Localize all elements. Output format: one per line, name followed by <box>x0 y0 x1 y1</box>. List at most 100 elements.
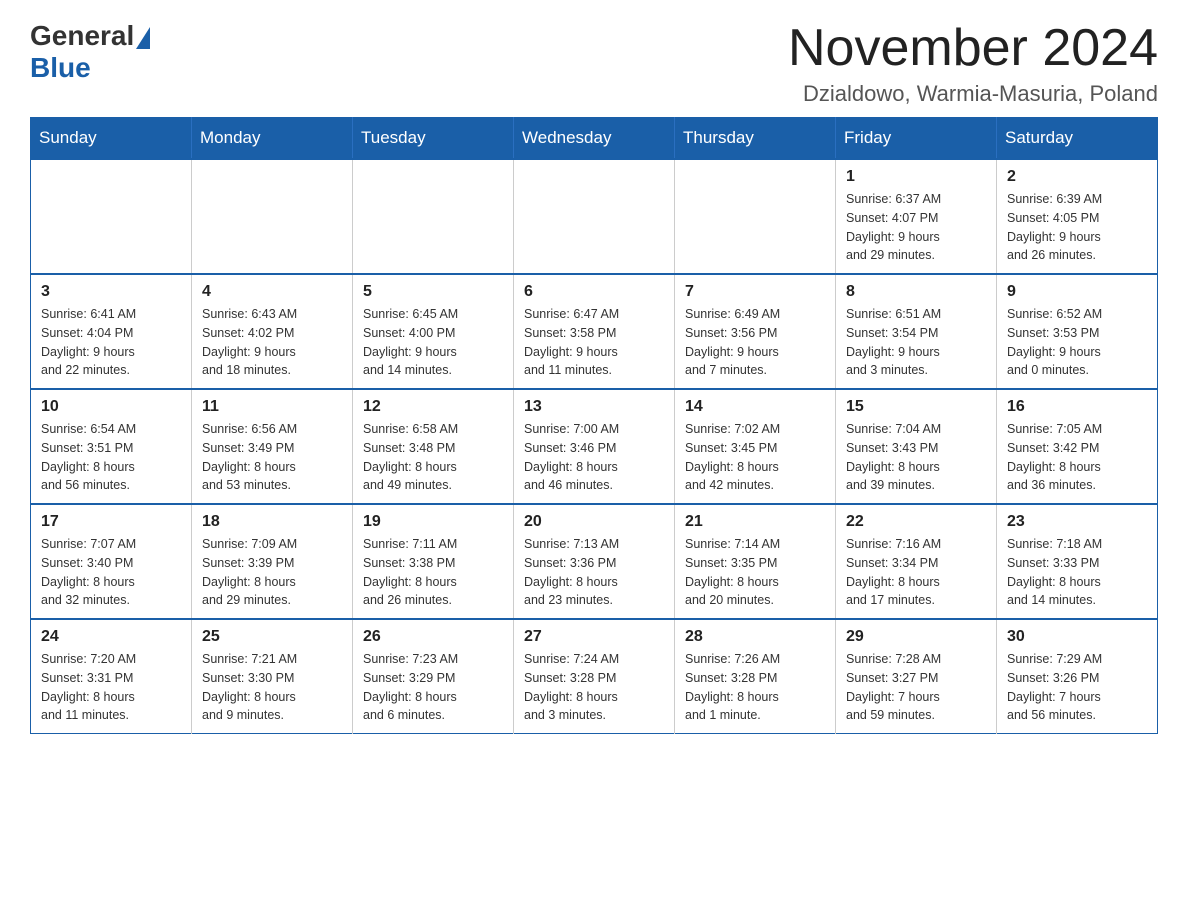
calendar-week-row: 24 Sunrise: 7:20 AM Sunset: 3:31 PM Dayli… <box>31 619 1158 734</box>
calendar-cell: 26 Sunrise: 7:23 AM Sunset: 3:29 PM Dayli… <box>353 619 514 734</box>
day-info: Sunrise: 6:39 AM Sunset: 4:05 PM Dayligh… <box>1007 190 1147 265</box>
day-info: Sunrise: 7:26 AM Sunset: 3:28 PM Dayligh… <box>685 650 825 725</box>
day-info: Sunrise: 7:07 AM Sunset: 3:40 PM Dayligh… <box>41 535 181 610</box>
logo: General Blue <box>30 20 152 84</box>
day-info: Sunrise: 6:37 AM Sunset: 4:07 PM Dayligh… <box>846 190 986 265</box>
day-info: Sunrise: 6:41 AM Sunset: 4:04 PM Dayligh… <box>41 305 181 380</box>
calendar-cell: 9 Sunrise: 6:52 AM Sunset: 3:53 PM Daylig… <box>997 274 1158 389</box>
day-info: Sunrise: 7:16 AM Sunset: 3:34 PM Dayligh… <box>846 535 986 610</box>
day-number: 28 <box>685 628 825 646</box>
weekday-header-wednesday: Wednesday <box>514 118 675 160</box>
day-number: 30 <box>1007 628 1147 646</box>
day-number: 17 <box>41 513 181 531</box>
weekday-header-thursday: Thursday <box>675 118 836 160</box>
calendar-cell: 6 Sunrise: 6:47 AM Sunset: 3:58 PM Daylig… <box>514 274 675 389</box>
calendar-cell: 1 Sunrise: 6:37 AM Sunset: 4:07 PM Daylig… <box>836 159 997 274</box>
day-info: Sunrise: 6:58 AM Sunset: 3:48 PM Dayligh… <box>363 420 503 495</box>
calendar-cell: 13Sunrise: 7:00 AM Sunset: 3:46 PM Dayli… <box>514 389 675 504</box>
day-info: Sunrise: 6:54 AM Sunset: 3:51 PM Dayligh… <box>41 420 181 495</box>
day-number: 16 <box>1007 398 1147 416</box>
day-info: Sunrise: 7:18 AM Sunset: 3:33 PM Dayligh… <box>1007 535 1147 610</box>
calendar-week-row: 3 Sunrise: 6:41 AM Sunset: 4:04 PM Daylig… <box>31 274 1158 389</box>
day-number: 26 <box>363 628 503 646</box>
day-number: 6 <box>524 283 664 301</box>
calendar-cell: 17 Sunrise: 7:07 AM Sunset: 3:40 PM Dayli… <box>31 504 192 619</box>
day-info: Sunrise: 6:52 AM Sunset: 3:53 PM Dayligh… <box>1007 305 1147 380</box>
calendar-week-row: 1 Sunrise: 6:37 AM Sunset: 4:07 PM Daylig… <box>31 159 1158 274</box>
location-subtitle: Dzialdowo, Warmia-Masuria, Poland <box>788 81 1158 107</box>
day-info: Sunrise: 7:29 AM Sunset: 3:26 PM Dayligh… <box>1007 650 1147 725</box>
calendar-cell: 8 Sunrise: 6:51 AM Sunset: 3:54 PM Daylig… <box>836 274 997 389</box>
day-number: 25 <box>202 628 342 646</box>
calendar-cell: 24 Sunrise: 7:20 AM Sunset: 3:31 PM Dayli… <box>31 619 192 734</box>
calendar-cell <box>31 159 192 274</box>
calendar-cell: 12 Sunrise: 6:58 AM Sunset: 3:48 PM Dayli… <box>353 389 514 504</box>
day-info: Sunrise: 6:45 AM Sunset: 4:00 PM Dayligh… <box>363 305 503 380</box>
calendar-cell: 18 Sunrise: 7:09 AM Sunset: 3:39 PM Dayli… <box>192 504 353 619</box>
calendar-header-row: SundayMondayTuesdayWednesdayThursdayFrid… <box>31 118 1158 160</box>
calendar-cell: 14 Sunrise: 7:02 AM Sunset: 3:45 PM Dayli… <box>675 389 836 504</box>
day-info: Sunrise: 7:20 AM Sunset: 3:31 PM Dayligh… <box>41 650 181 725</box>
day-number: 1 <box>846 168 986 186</box>
day-info: Sunrise: 7:09 AM Sunset: 3:39 PM Dayligh… <box>202 535 342 610</box>
weekday-header-sunday: Sunday <box>31 118 192 160</box>
weekday-header-monday: Monday <box>192 118 353 160</box>
day-info: Sunrise: 6:43 AM Sunset: 4:02 PM Dayligh… <box>202 305 342 380</box>
day-info: Sunrise: 7:11 AM Sunset: 3:38 PM Dayligh… <box>363 535 503 610</box>
day-number: 3 <box>41 283 181 301</box>
calendar-cell: 11 Sunrise: 6:56 AM Sunset: 3:49 PM Dayli… <box>192 389 353 504</box>
logo-triangle-icon <box>136 27 150 49</box>
day-info: Sunrise: 7:24 AM Sunset: 3:28 PM Dayligh… <box>524 650 664 725</box>
weekday-header-friday: Friday <box>836 118 997 160</box>
weekday-header-tuesday: Tuesday <box>353 118 514 160</box>
calendar-cell <box>192 159 353 274</box>
day-number: 12 <box>363 398 503 416</box>
day-info: Sunrise: 7:13 AM Sunset: 3:36 PM Dayligh… <box>524 535 664 610</box>
day-number: 4 <box>202 283 342 301</box>
calendar-cell: 16Sunrise: 7:05 AM Sunset: 3:42 PM Dayli… <box>997 389 1158 504</box>
calendar-cell: 30 Sunrise: 7:29 AM Sunset: 3:26 PM Dayli… <box>997 619 1158 734</box>
calendar-cell <box>353 159 514 274</box>
day-info: Sunrise: 7:00 AM Sunset: 3:46 PM Dayligh… <box>524 420 664 495</box>
day-number: 7 <box>685 283 825 301</box>
day-info: Sunrise: 7:28 AM Sunset: 3:27 PM Dayligh… <box>846 650 986 725</box>
day-info: Sunrise: 7:21 AM Sunset: 3:30 PM Dayligh… <box>202 650 342 725</box>
calendar-cell: 19Sunrise: 7:11 AM Sunset: 3:38 PM Dayli… <box>353 504 514 619</box>
day-number: 11 <box>202 398 342 416</box>
day-number: 29 <box>846 628 986 646</box>
day-number: 14 <box>685 398 825 416</box>
logo-general-text: General <box>30 20 134 52</box>
page-header: General Blue November 2024 Dzialdowo, Wa… <box>30 20 1158 107</box>
day-number: 10 <box>41 398 181 416</box>
day-number: 24 <box>41 628 181 646</box>
day-info: Sunrise: 6:56 AM Sunset: 3:49 PM Dayligh… <box>202 420 342 495</box>
day-number: 2 <box>1007 168 1147 186</box>
day-number: 18 <box>202 513 342 531</box>
calendar-cell <box>675 159 836 274</box>
day-number: 9 <box>1007 283 1147 301</box>
calendar-week-row: 10 Sunrise: 6:54 AM Sunset: 3:51 PM Dayli… <box>31 389 1158 504</box>
calendar-cell: 23 Sunrise: 7:18 AM Sunset: 3:33 PM Dayli… <box>997 504 1158 619</box>
day-info: Sunrise: 7:23 AM Sunset: 3:29 PM Dayligh… <box>363 650 503 725</box>
calendar-cell: 3 Sunrise: 6:41 AM Sunset: 4:04 PM Daylig… <box>31 274 192 389</box>
calendar-cell: 27Sunrise: 7:24 AM Sunset: 3:28 PM Dayli… <box>514 619 675 734</box>
day-number: 5 <box>363 283 503 301</box>
day-number: 8 <box>846 283 986 301</box>
calendar-cell <box>514 159 675 274</box>
day-info: Sunrise: 7:02 AM Sunset: 3:45 PM Dayligh… <box>685 420 825 495</box>
day-info: Sunrise: 6:51 AM Sunset: 3:54 PM Dayligh… <box>846 305 986 380</box>
calendar-cell: 25 Sunrise: 7:21 AM Sunset: 3:30 PM Dayli… <box>192 619 353 734</box>
calendar-cell: 5 Sunrise: 6:45 AM Sunset: 4:00 PM Daylig… <box>353 274 514 389</box>
logo-blue-text: Blue <box>30 52 91 83</box>
day-number: 22 <box>846 513 986 531</box>
calendar-cell: 2 Sunrise: 6:39 AM Sunset: 4:05 PM Daylig… <box>997 159 1158 274</box>
day-info: Sunrise: 7:14 AM Sunset: 3:35 PM Dayligh… <box>685 535 825 610</box>
day-number: 15 <box>846 398 986 416</box>
day-number: 23 <box>1007 513 1147 531</box>
weekday-header-saturday: Saturday <box>997 118 1158 160</box>
day-info: Sunrise: 7:04 AM Sunset: 3:43 PM Dayligh… <box>846 420 986 495</box>
day-info: Sunrise: 6:47 AM Sunset: 3:58 PM Dayligh… <box>524 305 664 380</box>
calendar-table: SundayMondayTuesdayWednesdayThursdayFrid… <box>30 117 1158 734</box>
calendar-cell: 7Sunrise: 6:49 AM Sunset: 3:56 PM Daylig… <box>675 274 836 389</box>
calendar-cell: 15 Sunrise: 7:04 AM Sunset: 3:43 PM Dayli… <box>836 389 997 504</box>
